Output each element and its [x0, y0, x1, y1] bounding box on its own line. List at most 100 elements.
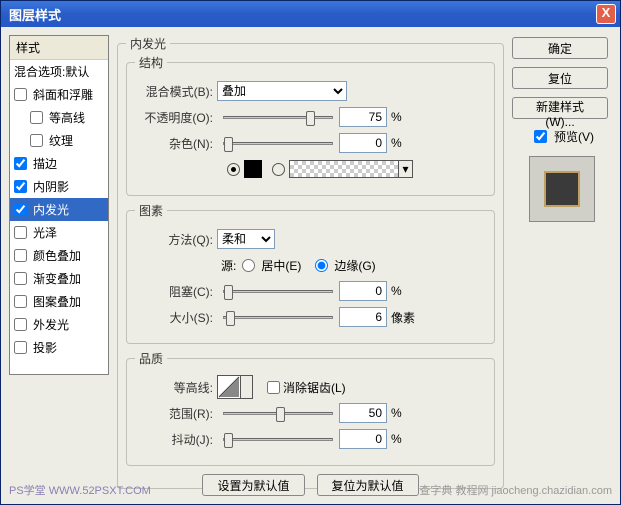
elements-legend: 图素: [135, 202, 167, 219]
technique-select[interactable]: 柔和: [217, 229, 275, 249]
blending-options-label: 混合选项:默认: [14, 63, 89, 80]
range-label: 范围(R):: [135, 405, 217, 422]
elements-group: 图素 方法(Q): 柔和 源: 居中(E) 边缘(G): [126, 202, 495, 344]
opacity-unit: %: [391, 110, 402, 124]
style-item-0[interactable]: 斜面和浮雕: [10, 83, 108, 106]
styles-panel: 样式 混合选项:默认 斜面和浮雕等高线纹理描边内阴影内发光光泽颜色叠加渐变叠加图…: [9, 35, 109, 496]
choke-input[interactable]: [339, 281, 387, 301]
style-checkbox[interactable]: [14, 295, 27, 308]
blend-mode-select[interactable]: 叠加: [217, 81, 347, 101]
style-item-label: 纹理: [49, 132, 73, 149]
inner-glow-group: 内发光 结构 混合模式(B): 叠加 不透明度(O): %: [117, 35, 504, 489]
structure-group: 结构 混合模式(B): 叠加 不透明度(O): % 杂色(N): [126, 54, 495, 196]
style-item-3[interactable]: 描边: [10, 152, 108, 175]
titlebar[interactable]: 图层样式 X: [1, 1, 620, 27]
quality-group: 品质 等高线: 消除锯齿(L) 范围(R): %: [126, 350, 495, 466]
style-item-9[interactable]: 图案叠加: [10, 290, 108, 313]
ok-button[interactable]: 确定: [512, 37, 608, 59]
antialias-checkbox[interactable]: [267, 381, 280, 394]
make-default-button[interactable]: 设置为默认值: [202, 474, 304, 496]
size-input[interactable]: [339, 307, 387, 327]
blending-options-default[interactable]: 混合选项:默认: [10, 60, 108, 83]
close-icon[interactable]: X: [596, 4, 616, 24]
layer-style-dialog: 图层样式 X 样式 混合选项:默认 斜面和浮雕等高线纹理描边内阴影内发光光泽颜色…: [0, 0, 621, 505]
style-item-2[interactable]: 纹理: [10, 129, 108, 152]
style-item-label: 等高线: [49, 109, 85, 126]
style-item-label: 投影: [33, 339, 57, 356]
jitter-slider[interactable]: [223, 438, 333, 441]
style-item-7[interactable]: 颜色叠加: [10, 244, 108, 267]
preview-thumbnail: [544, 171, 580, 207]
reset-default-button[interactable]: 复位为默认值: [317, 474, 419, 496]
opacity-input[interactable]: [339, 107, 387, 127]
style-item-6[interactable]: 光泽: [10, 221, 108, 244]
style-checkbox[interactable]: [30, 134, 43, 147]
watermark-left: PS学堂 WWW.52PSXT.COM: [9, 482, 151, 498]
preview-checkbox[interactable]: [534, 130, 547, 143]
noise-slider[interactable]: [223, 142, 333, 145]
style-checkbox[interactable]: [30, 111, 43, 124]
antialias-label: 消除锯齿(L): [283, 379, 346, 396]
action-panel: 确定 复位 新建样式(W)... 预览(V): [512, 35, 612, 496]
styles-header: 样式: [10, 36, 108, 60]
choke-unit: %: [391, 284, 402, 298]
source-label: 源:: [221, 257, 236, 274]
contour-picker[interactable]: [217, 375, 241, 399]
blend-mode-label: 混合模式(B):: [135, 83, 217, 100]
jitter-input[interactable]: [339, 429, 387, 449]
style-checkbox[interactable]: [14, 180, 27, 193]
style-item-5[interactable]: 内发光: [10, 198, 108, 221]
gradient-radio[interactable]: [272, 163, 285, 176]
choke-slider[interactable]: [223, 290, 333, 293]
style-checkbox[interactable]: [14, 272, 27, 285]
gradient-picker[interactable]: [289, 160, 399, 178]
style-item-label: 渐变叠加: [33, 270, 81, 287]
style-checkbox[interactable]: [14, 249, 27, 262]
structure-legend: 结构: [135, 54, 167, 71]
style-checkbox[interactable]: [14, 203, 27, 216]
style-item-label: 描边: [33, 155, 57, 172]
color-radio[interactable]: [227, 163, 240, 176]
new-style-button[interactable]: 新建样式(W)...: [512, 97, 608, 119]
source-center-radio[interactable]: [242, 259, 255, 272]
style-checkbox[interactable]: [14, 341, 27, 354]
style-item-label: 斜面和浮雕: [33, 86, 93, 103]
source-edge-label: 边缘(G): [334, 257, 375, 274]
color-swatch[interactable]: [244, 160, 262, 178]
technique-label: 方法(Q):: [135, 231, 217, 248]
style-checkbox[interactable]: [14, 226, 27, 239]
gradient-dropdown-icon[interactable]: ▾: [399, 160, 413, 178]
style-item-1[interactable]: 等高线: [10, 106, 108, 129]
source-center-label: 居中(E): [261, 257, 301, 274]
style-item-10[interactable]: 外发光: [10, 313, 108, 336]
preview-box: [529, 156, 595, 222]
style-item-label: 颜色叠加: [33, 247, 81, 264]
style-item-8[interactable]: 渐变叠加: [10, 267, 108, 290]
style-item-4[interactable]: 内阴影: [10, 175, 108, 198]
size-label: 大小(S):: [135, 309, 217, 326]
range-input[interactable]: [339, 403, 387, 423]
jitter-label: 抖动(J):: [135, 431, 217, 448]
styles-list: 样式 混合选项:默认 斜面和浮雕等高线纹理描边内阴影内发光光泽颜色叠加渐变叠加图…: [9, 35, 109, 375]
style-item-label: 内发光: [33, 201, 69, 218]
style-checkbox[interactable]: [14, 88, 27, 101]
noise-input[interactable]: [339, 133, 387, 153]
style-checkbox[interactable]: [14, 318, 27, 331]
style-checkbox[interactable]: [14, 157, 27, 170]
style-item-11[interactable]: 投影: [10, 336, 108, 359]
window-title: 图层样式: [9, 5, 596, 24]
style-item-label: 图案叠加: [33, 293, 81, 310]
cancel-button[interactable]: 复位: [512, 67, 608, 89]
contour-dropdown-icon[interactable]: [241, 375, 253, 399]
style-item-label: 外发光: [33, 316, 69, 333]
preview-label: 预览(V): [554, 128, 594, 145]
opacity-slider[interactable]: [223, 116, 333, 119]
group-legend: 内发光: [126, 35, 170, 52]
opacity-label: 不透明度(O):: [135, 109, 217, 126]
style-item-label: 光泽: [33, 224, 57, 241]
contour-label: 等高线:: [135, 379, 217, 396]
size-slider[interactable]: [223, 316, 333, 319]
source-edge-radio[interactable]: [315, 259, 328, 272]
range-unit: %: [391, 406, 402, 420]
range-slider[interactable]: [223, 412, 333, 415]
